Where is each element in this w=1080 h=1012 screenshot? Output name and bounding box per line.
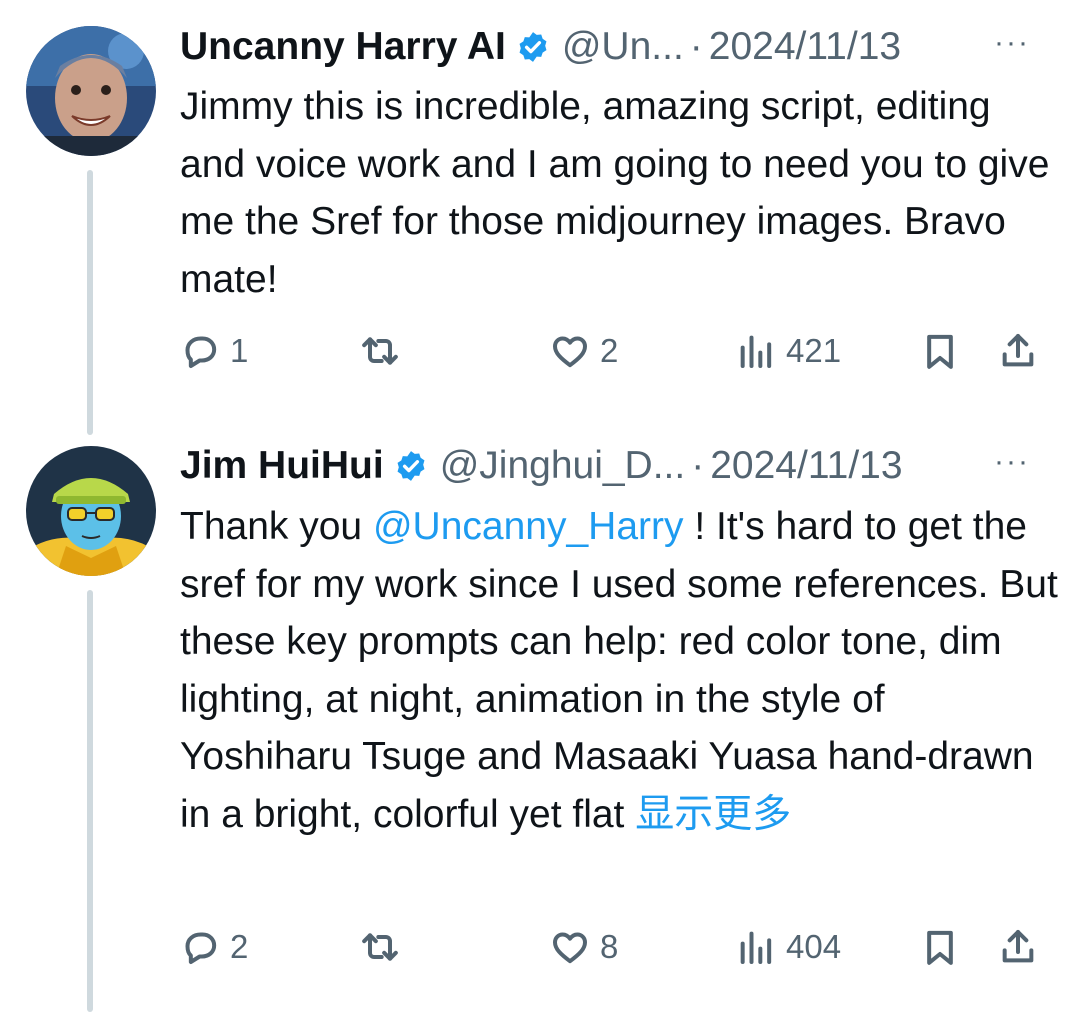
retweet-button[interactable] [360,326,410,376]
heart-icon [553,336,587,368]
heart-icon [553,932,587,964]
reply-count: 1 [230,332,249,369]
views-bar-chart-icon [740,335,772,368]
author-handle[interactable]: @Un... [562,25,684,69]
bookmark-button[interactable] [920,922,960,972]
more-options-icon[interactable]: ··· [994,447,1030,477]
reply-count: 2 [230,928,249,965]
bookmark-icon [927,334,953,369]
avatar[interactable] [26,446,156,576]
like-count: 2 [600,332,619,369]
views-bar-chart-icon [740,931,772,964]
tweet-actions: 1 2 421 [180,326,1060,376]
retweet-icon [362,337,398,365]
views-button[interactable]: 421 [736,326,841,376]
tweet-text: Jimmy this is incredible, amazing script… [180,85,1050,301]
views-count: 404 [786,928,842,965]
share-icon [1002,334,1034,367]
tweet-text: Thank you @Uncanny_Harry ! It's hard to … [180,498,1060,843]
verified-badge-icon [519,32,547,62]
author-name[interactable]: Uncanny Harry AI [180,25,506,69]
like-button[interactable]: 2 [550,326,618,376]
tweet-actions: 2 8 404 [180,922,1060,972]
like-count: 8 [600,928,619,965]
reply-button[interactable]: 1 [180,326,248,376]
reply-icon [185,932,217,964]
separator-dot: · [689,25,703,68]
reply-button[interactable]: 2 [180,922,248,972]
tweet[interactable]: Uncanny Harry AI @Un... · 2024/11/13 ···… [0,0,1080,435]
tweet-date[interactable]: 2024/11/13 [709,25,901,69]
like-button[interactable]: 8 [550,922,618,972]
share-icon [1002,930,1034,963]
bookmark-button[interactable] [920,326,960,376]
reply-icon [185,336,217,368]
share-button[interactable] [998,326,1038,376]
views-button[interactable]: 404 [736,922,841,972]
thread-line [87,170,93,435]
thread-line [87,590,93,1012]
tweet-text-segment: Thank you [180,505,373,548]
separator-dot: · [691,444,705,487]
author-name[interactable]: Jim HuiHui [180,444,384,488]
author-handle[interactable]: @Jinghui_D... [440,444,686,488]
tweet-text-segment: ! It's hard to get the sref for my work … [180,505,1058,836]
avatar[interactable] [26,26,156,156]
retweet-icon [362,933,398,961]
tweet-date[interactable]: 2024/11/13 [710,444,902,488]
verified-badge-icon [397,451,425,481]
tweet-header: Uncanny Harry AI @Un... · 2024/11/13 ··· [180,22,1060,72]
share-button[interactable] [998,922,1038,972]
more-options-icon[interactable]: ··· [994,28,1030,58]
show-more-link[interactable]: 显示更多 [635,793,791,836]
tweet[interactable]: Jim HuiHui @Jinghui_D... · 2024/11/13 ··… [0,420,1080,1012]
tweet-header: Jim HuiHui @Jinghui_D... · 2024/11/13 ··… [180,441,1060,491]
bookmark-icon [927,930,953,965]
views-count: 421 [786,332,842,369]
retweet-button[interactable] [360,922,410,972]
mention-link[interactable]: @Uncanny_Harry [373,505,684,548]
